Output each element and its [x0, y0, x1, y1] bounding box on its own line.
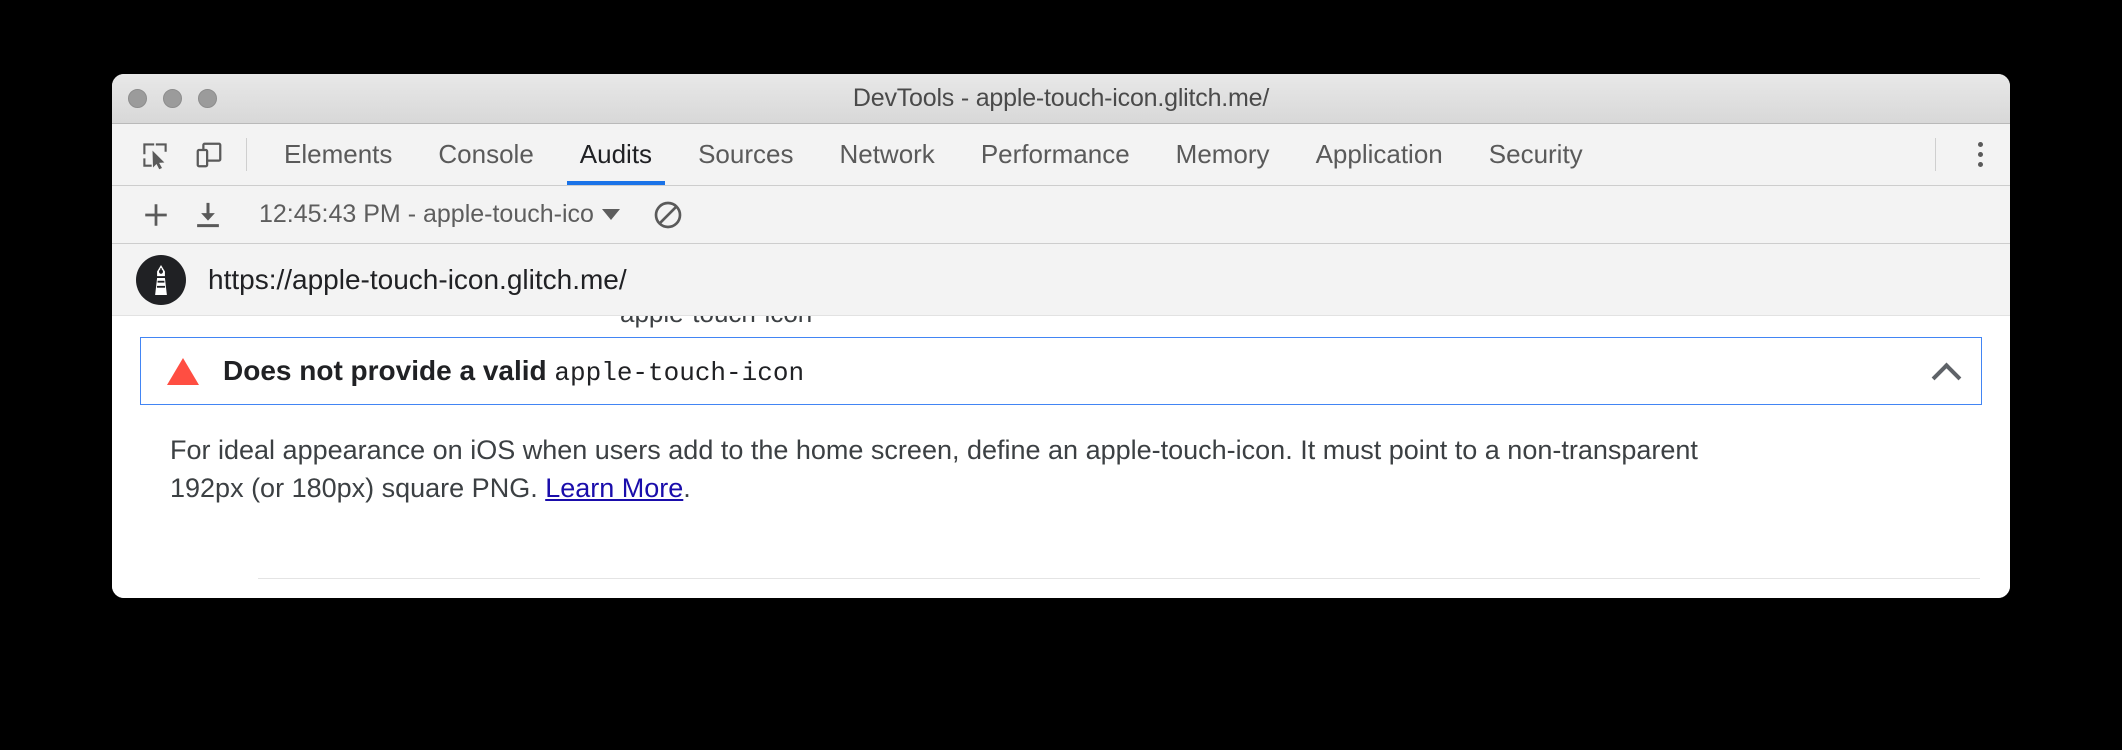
audit-description: For ideal appearance on iOS when users a…: [170, 431, 1770, 508]
learn-more-link[interactable]: Learn More: [545, 473, 683, 503]
tab-application[interactable]: Application: [1293, 124, 1466, 185]
warning-triangle-icon: [167, 357, 199, 385]
inspect-element-icon[interactable]: [128, 124, 182, 185]
audit-title-code: apple-touch-icon: [554, 357, 805, 388]
tab-label: Application: [1315, 139, 1443, 169]
devtools-window: DevTools - apple-touch-icon.glitch.me/ E…: [112, 74, 2010, 598]
audit-title: Does not provide a valid apple-touch-ico…: [223, 355, 804, 388]
tabbar-divider: [246, 138, 247, 171]
new-audit-icon[interactable]: [130, 193, 182, 237]
tab-label: Elements: [284, 139, 393, 169]
report-url: https://apple-touch-icon.glitch.me/: [208, 263, 627, 295]
tabbar-divider-right: [1935, 138, 1936, 171]
tab-label: Console: [438, 139, 534, 169]
export-report-icon[interactable]: [182, 193, 234, 237]
section-divider: [258, 578, 1980, 579]
tab-label: Sources: [698, 139, 794, 169]
audit-description-text: For ideal appearance on iOS when users a…: [170, 435, 1698, 504]
tab-label: Security: [1488, 139, 1583, 169]
chevron-down-icon: [601, 209, 620, 220]
tabbar-right-group: [1925, 124, 2010, 185]
tab-label: Network: [839, 139, 935, 169]
kebab-dot: [1977, 162, 1983, 167]
window-titlebar: DevTools - apple-touch-icon.glitch.me/: [112, 74, 2010, 124]
audit-item-header[interactable]: Does not provide a valid apple-touch-ico…: [141, 338, 1981, 404]
report-header: https://apple-touch-icon.glitch.me/: [112, 244, 2010, 316]
audit-description-period: .: [683, 473, 691, 504]
report-body: apple-touch-icon Does not provide a vali…: [112, 316, 2010, 598]
tab-label: Memory: [1175, 139, 1270, 169]
kebab-dot: [1977, 152, 1983, 157]
minimize-window-button[interactable]: [163, 89, 182, 108]
tab-memory[interactable]: Memory: [1153, 124, 1293, 185]
traffic-light-group: [128, 74, 217, 123]
more-options-icon[interactable]: [1950, 124, 2010, 185]
clear-all-icon[interactable]: [642, 193, 694, 237]
device-toolbar-icon[interactable]: [182, 124, 236, 185]
lighthouse-logo-icon: [136, 254, 186, 305]
audit-title-prefix: Does not provide a valid: [223, 354, 555, 386]
scrolled-clipped-row: apple-touch-icon: [140, 316, 1982, 332]
tab-security[interactable]: Security: [1466, 124, 1606, 185]
tab-performance[interactable]: Performance: [958, 124, 1153, 185]
kebab-dot: [1977, 142, 1983, 147]
clipped-text: apple-touch-icon: [620, 316, 812, 329]
tab-console[interactable]: Console: [415, 124, 556, 185]
tab-audits[interactable]: Audits: [557, 124, 675, 185]
tab-label: Audits: [579, 139, 653, 169]
maximize-window-button[interactable]: [198, 89, 217, 108]
tab-elements[interactable]: Elements: [261, 124, 415, 185]
tab-network[interactable]: Network: [816, 124, 957, 185]
window-title: DevTools - apple-touch-icon.glitch.me/: [852, 84, 1270, 112]
tab-sources[interactable]: Sources: [675, 124, 816, 185]
report-select-value: 12:45:43 PM - apple-touch-ico: [259, 200, 594, 228]
devtools-tabbar: Elements Console Audits Sources Network …: [112, 124, 2010, 186]
close-window-button[interactable]: [128, 89, 147, 108]
chevron-up-icon[interactable]: [1933, 358, 1959, 384]
audits-toolbar: 12:45:43 PM - apple-touch-ico: [112, 186, 2010, 244]
tab-label: Performance: [980, 139, 1130, 169]
audit-item-apple-touch-icon: Does not provide a valid apple-touch-ico…: [140, 337, 1982, 405]
report-select-dropdown[interactable]: 12:45:43 PM - apple-touch-ico: [259, 200, 620, 229]
